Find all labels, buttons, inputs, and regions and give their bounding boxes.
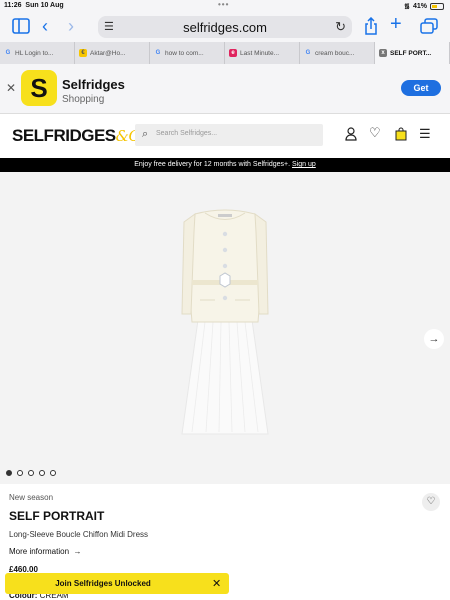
- tab-label: HL Login to...: [15, 49, 54, 57]
- promo-text: Enjoy free delivery for 12 months with S…: [134, 161, 291, 168]
- promo-signup-link[interactable]: Sign up: [292, 161, 316, 168]
- address-bar[interactable]: ☰ selfridges.com ↻: [98, 16, 352, 38]
- tabs-overview-icon[interactable]: [420, 18, 438, 38]
- tab-label: Last Minute...: [240, 49, 280, 57]
- account-icon[interactable]: [345, 127, 357, 144]
- multitasking-dots[interactable]: •••: [218, 0, 229, 9]
- brand-name: SELFRIDGES: [12, 126, 116, 145]
- browser-toolbar: ‹ › ☰ selfridges.com ↻ +: [0, 12, 450, 42]
- wishlist-button[interactable]: ♡: [422, 493, 440, 511]
- image-pagination: [6, 470, 56, 476]
- browser-tab[interactable]: Ghow to com...: [150, 42, 225, 64]
- product-designer[interactable]: SELF PORTRAIT: [9, 509, 104, 523]
- browser-tab[interactable]: e Last Minute...: [225, 42, 300, 64]
- share-icon[interactable]: [364, 16, 378, 39]
- site-header: SELFRIDGES&Co ⌕ Search Selfridges... ♡ ☰: [0, 114, 450, 158]
- pagination-dot[interactable]: [39, 470, 45, 476]
- toast-text: Join Selfridges Unlocked: [55, 579, 151, 588]
- browser-tab[interactable]: Gcream bouc...: [300, 42, 375, 64]
- more-information-link[interactable]: More information →: [9, 547, 82, 556]
- site-favicon-icon: e: [229, 49, 237, 57]
- heart-icon: ♡: [426, 496, 436, 507]
- new-tab-icon[interactable]: +: [390, 14, 402, 34]
- unlocked-toast[interactable]: Join Selfridges Unlocked ✕: [5, 573, 229, 594]
- arrow-right-icon: →: [71, 547, 82, 556]
- back-icon[interactable]: ‹: [42, 17, 48, 35]
- battery-icon: [430, 3, 444, 10]
- app-logo: S: [21, 70, 57, 106]
- sidebar-icon[interactable]: [12, 18, 30, 38]
- google-icon: G: [155, 50, 161, 56]
- pagination-dot[interactable]: [28, 470, 34, 476]
- product-image: [181, 209, 269, 435]
- status-time: 11:26 Sun 10 Aug: [4, 2, 64, 9]
- tab-label: SELF PORT...: [390, 49, 432, 57]
- forward-icon[interactable]: ›: [68, 17, 74, 35]
- arrow-right-icon: →: [428, 333, 440, 345]
- close-tab-icon[interactable]: x: [379, 49, 387, 57]
- brand-logo[interactable]: SELFRIDGES&Co: [12, 126, 149, 146]
- tab-label: cream bouc...: [315, 49, 355, 57]
- pagination-dot[interactable]: [50, 470, 56, 476]
- menu-icon[interactable]: ☰: [419, 127, 431, 141]
- browser-tab[interactable]: G HL Login to...: [0, 42, 75, 64]
- next-image-button[interactable]: →: [424, 329, 444, 349]
- tab-bar: G HL Login to... € Aktar@Ho... Ghow to com…: [0, 42, 450, 64]
- url-text: selfridges.com: [183, 20, 267, 35]
- pagination-dot[interactable]: [17, 470, 23, 476]
- status-bar: 11:26 Sun 10 Aug ••• ᯾ 41%: [0, 0, 450, 12]
- app-name: Selfridges: [62, 77, 125, 92]
- more-info-label: More information: [9, 547, 70, 556]
- pagination-dot[interactable]: [6, 470, 12, 476]
- search-placeholder: Search Selfridges...: [156, 130, 218, 137]
- browser-tab-active[interactable]: x SELF PORT...: [375, 42, 450, 64]
- wifi-icon: ᯾: [404, 3, 410, 10]
- app-subtitle: Shopping: [62, 94, 105, 105]
- google-icon: G: [5, 50, 11, 56]
- heart-icon[interactable]: ♡: [369, 126, 381, 140]
- bag-icon[interactable]: [395, 127, 407, 144]
- product-name: Long-Sleeve Boucle Chiffon Midi Dress: [9, 530, 149, 539]
- google-icon: G: [305, 50, 311, 56]
- search-input[interactable]: ⌕ Search Selfridges...: [135, 124, 323, 146]
- browser-tab[interactable]: € Aktar@Ho...: [75, 42, 150, 64]
- smart-app-banner: ✕ S Selfridges Shopping Get: [0, 64, 450, 114]
- battery-percent: 41%: [412, 3, 427, 10]
- close-icon[interactable]: ✕: [6, 81, 16, 95]
- reload-icon[interactable]: ↻: [335, 19, 346, 35]
- tab-label: how to com...: [165, 49, 204, 57]
- site-favicon-icon: €: [79, 49, 87, 57]
- season-badge: New season: [9, 493, 54, 502]
- status-right: ᯾ 41%: [404, 2, 444, 11]
- promo-strip: Enjoy free delivery for 12 months with S…: [0, 158, 450, 172]
- search-icon: ⌕: [142, 128, 149, 140]
- product-image-gallery[interactable]: →: [0, 172, 450, 484]
- get-app-button[interactable]: Get: [401, 80, 441, 96]
- close-icon[interactable]: ✕: [212, 577, 221, 590]
- tab-label: Aktar@Ho...: [90, 49, 126, 57]
